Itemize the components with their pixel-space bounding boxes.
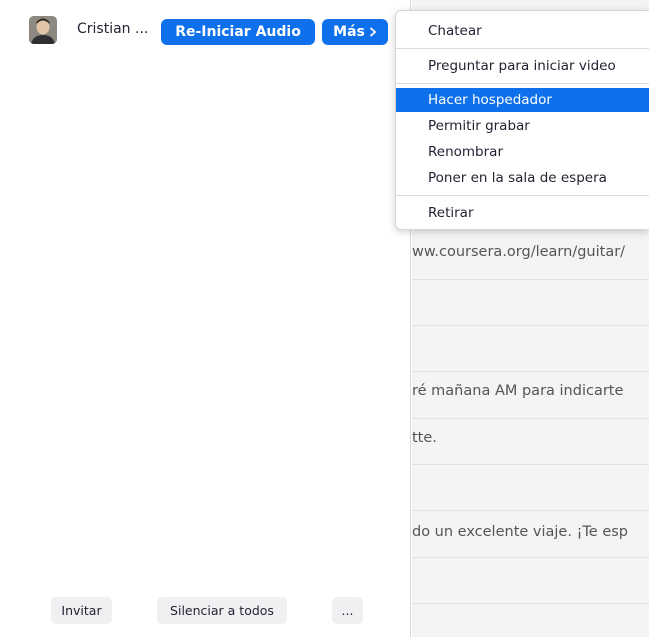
chat-message: tte. <box>412 430 437 446</box>
menu-item-chat[interactable]: Chatear <box>396 19 649 43</box>
invite-label: Invitar <box>61 603 102 618</box>
avatar <box>29 16 57 44</box>
chat-divider <box>412 603 649 604</box>
menu-separator <box>396 83 649 84</box>
chat-divider <box>412 464 649 465</box>
chat-divider <box>412 279 649 280</box>
participants-panel: Cristian ... Re-Iniciar Audio Más Invita… <box>0 0 411 637</box>
more-label: Más <box>333 24 365 40</box>
participant-name: Cristian ... <box>77 21 149 37</box>
menu-item-remove[interactable]: Retirar <box>396 201 649 225</box>
chat-divider <box>412 371 649 372</box>
menu-separator <box>396 48 649 49</box>
chat-divider <box>412 557 649 558</box>
chat-message: ré mañana AM para indicarte <box>412 383 624 399</box>
more-options-button[interactable]: ... <box>332 597 363 624</box>
chat-divider <box>412 418 649 419</box>
chat-message: do un excelente viaje. ¡Te esp <box>412 524 628 540</box>
menu-item-allow-record[interactable]: Permitir grabar <box>396 114 649 138</box>
menu-item-rename[interactable]: Renombrar <box>396 140 649 164</box>
menu-item-make-host[interactable]: Hacer hospedador <box>396 88 649 112</box>
chat-divider <box>412 325 649 326</box>
menu-item-ask-start-video[interactable]: Preguntar para iniciar video <box>396 54 649 78</box>
menu-item-waiting-room[interactable]: Poner en la sala de espera <box>396 166 649 190</box>
restart-audio-label: Re-Iniciar Audio <box>175 24 301 40</box>
restart-audio-button[interactable]: Re-Iniciar Audio <box>161 19 315 45</box>
chat-divider <box>412 510 649 511</box>
menu-separator <box>396 195 649 196</box>
more-options-label: ... <box>341 603 354 618</box>
more-menu: Chatear Preguntar para iniciar video Hac… <box>395 10 649 230</box>
mute-all-button[interactable]: Silenciar a todos <box>157 597 287 624</box>
chat-message: ww.coursera.org/learn/guitar/ <box>412 244 626 260</box>
more-button[interactable]: Más <box>322 19 388 45</box>
invite-button[interactable]: Invitar <box>51 597 112 624</box>
mute-all-label: Silenciar a todos <box>170 603 274 618</box>
chevron-right-icon <box>369 27 377 37</box>
